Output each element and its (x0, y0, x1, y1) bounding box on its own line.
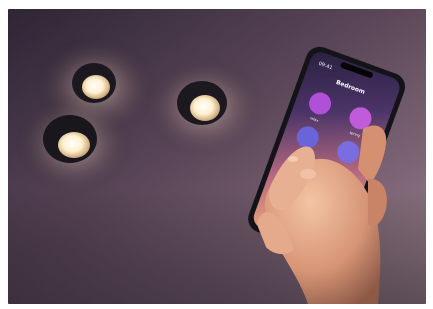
photo-frame: 09:41 Bedroom relax spring read dim su (8, 9, 426, 304)
ceiling-light-3 (177, 81, 227, 125)
scene: 09:41 Bedroom relax spring read dim su (8, 9, 426, 304)
ceiling-light-2 (43, 115, 97, 163)
ceiling-light-1 (72, 63, 116, 103)
